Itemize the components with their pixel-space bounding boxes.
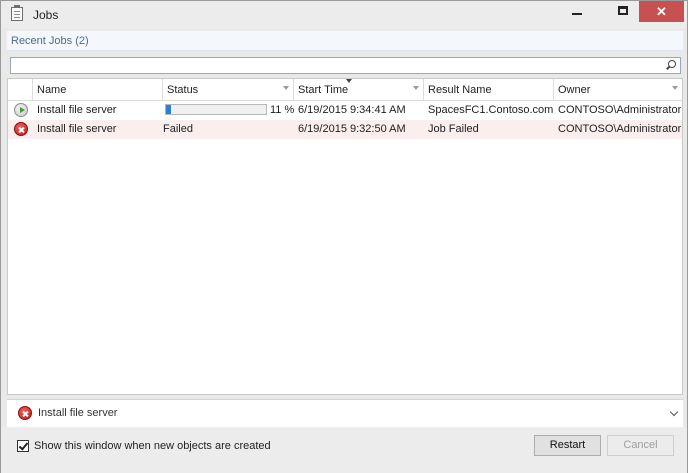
running-play-icon <box>14 103 28 117</box>
close-button[interactable]: ✕ <box>639 1 684 22</box>
job-start-time: 6/19/2015 9:34:41 AM <box>298 104 406 116</box>
chevron-down-icon[interactable] <box>669 407 679 417</box>
search-icon[interactable] <box>668 60 676 68</box>
column-header-start-time[interactable]: Start Time <box>294 79 424 101</box>
column-header-icon[interactable] <box>8 79 33 101</box>
job-details-bar[interactable]: Install file server <box>7 399 683 427</box>
recent-jobs-header: Recent Jobs (2) <box>7 31 683 51</box>
checkbox-label: Show this window when new objects are cr… <box>34 440 271 452</box>
panel-title: Recent Jobs (2) <box>11 35 89 47</box>
job-status: Failed <box>163 123 193 135</box>
column-header-label: Status <box>167 84 199 96</box>
maximize-button[interactable] <box>608 1 640 22</box>
table-row[interactable]: Install file server Failed 6/19/2015 9:3… <box>8 120 682 139</box>
column-header-label: Owner <box>558 84 591 96</box>
column-header-result-name[interactable]: Result Name <box>424 79 554 101</box>
filter-dropdown-icon[interactable] <box>413 86 419 90</box>
job-owner: CONTOSO\Administrator <box>558 104 682 116</box>
column-header-label: Name <box>37 84 67 96</box>
show-window-checkbox[interactable] <box>17 440 29 452</box>
footer: Show this window when new objects are cr… <box>1 427 687 473</box>
filter-dropdown-icon[interactable] <box>283 86 289 90</box>
jobs-table: Name Status Start Time Result Name Owner… <box>7 78 683 395</box>
search-input[interactable] <box>10 57 681 74</box>
column-header-name[interactable]: Name <box>33 79 163 101</box>
minimize-button[interactable] <box>561 1 593 22</box>
minimize-icon <box>572 13 582 15</box>
details-title: Install file server <box>38 407 118 419</box>
window-title: Jobs <box>33 8 59 22</box>
column-header-label: Start Time <box>298 84 349 96</box>
job-result-name: SpacesFC1.Contoso.com <box>428 104 554 116</box>
job-progress-label: 11 % <box>270 104 295 116</box>
column-header-label: Result Name <box>428 84 492 96</box>
job-result-name: Job Failed <box>428 123 479 135</box>
job-progress-bar <box>165 104 267 115</box>
job-start-time: 6/19/2015 9:32:50 AM <box>298 123 406 135</box>
clipboard-icon <box>11 5 23 21</box>
filter-dropdown-icon[interactable] <box>672 86 678 90</box>
table-header: Name Status Start Time Result Name Owner <box>8 79 682 101</box>
job-progress-fill <box>166 105 171 114</box>
error-icon <box>18 406 32 420</box>
job-name: Install file server <box>37 123 117 135</box>
error-icon <box>14 122 28 136</box>
table-row[interactable]: Install file server 11 % 6/19/2015 9:34:… <box>8 101 682 120</box>
restart-button[interactable]: Restart <box>534 435 601 456</box>
job-name: Install file server <box>37 104 117 116</box>
jobs-window: Jobs ✕ Recent Jobs (2) Name Status Start… <box>0 0 688 473</box>
cancel-button[interactable]: Cancel <box>607 435 674 456</box>
column-header-owner[interactable]: Owner <box>554 79 682 101</box>
column-header-status[interactable]: Status <box>163 79 294 101</box>
sort-descending-icon <box>346 79 352 83</box>
title-bar[interactable]: Jobs ✕ <box>1 1 687 28</box>
maximize-icon <box>618 6 628 15</box>
job-owner: CONTOSO\Administrator <box>558 123 682 135</box>
close-icon: ✕ <box>656 4 667 19</box>
